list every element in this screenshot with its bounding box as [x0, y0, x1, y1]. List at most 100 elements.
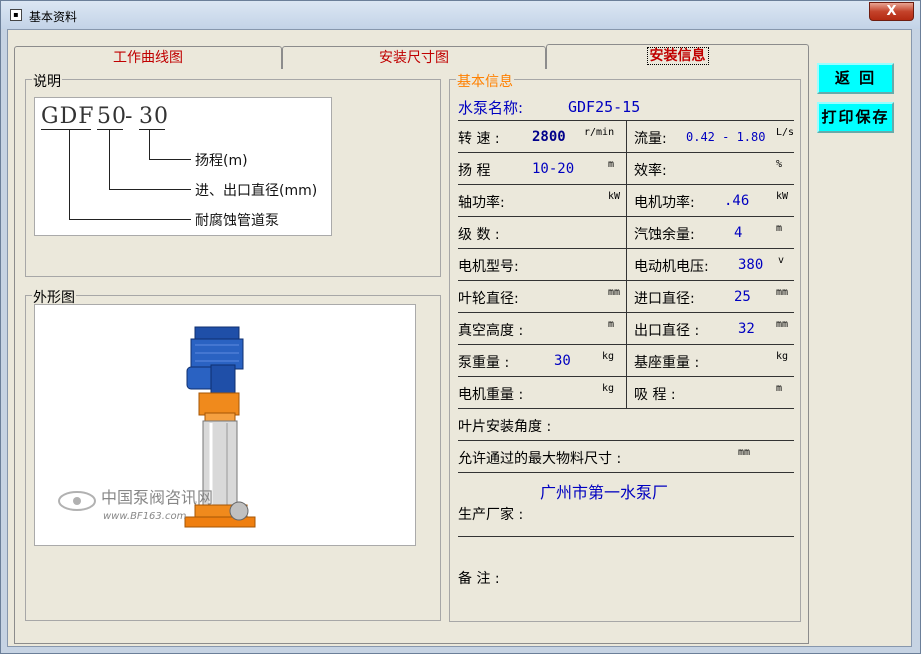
speed-label: 转 速 :	[458, 131, 500, 147]
client-area: 工作曲线图 安装尺寸图 安装信息 说明 GDF 50 - 30 扬程(m) 进、…	[7, 29, 912, 647]
motor-weight-unit: kg	[602, 383, 615, 394]
leader-dia-h	[109, 189, 191, 190]
speed-unit: r/min	[584, 127, 615, 138]
leader-head-v	[149, 130, 150, 160]
watermark-logo-icon	[58, 491, 96, 511]
head-value: 10-20	[532, 161, 575, 177]
motor-power-label: 电机功率:	[634, 195, 695, 211]
head-label: 扬 程	[458, 163, 491, 179]
underline-head	[139, 129, 165, 130]
row-divider	[458, 248, 794, 249]
watermark-url: www.BF163.com	[103, 511, 187, 522]
window-title: 基本资料	[29, 10, 78, 24]
model-code-diagram: GDF 50 - 30 扬程(m) 进、出口直径(mm) 耐腐蚀管道泵	[35, 98, 331, 235]
pump-image: 中国泵阀咨讯网 www.BF163.com	[58, 326, 256, 528]
suction-head-unit: m	[776, 383, 783, 394]
watermark-text: 中国泵阀咨讯网	[101, 488, 213, 507]
grid-vertical-divider	[626, 120, 627, 408]
motor-voltage-value: 380	[738, 257, 764, 273]
print-save-button[interactable]: 打印保存	[817, 102, 894, 133]
underline-diameter	[97, 129, 123, 130]
label-diameter: 进、出口直径(mm)	[195, 183, 318, 199]
row-divider	[458, 376, 794, 377]
impeller-dia-label: 叶轮直径:	[458, 291, 519, 307]
explanation-group: 说明 GDF 50 - 30 扬程(m) 进、出口直径(mm) 耐腐蚀管道泵	[25, 71, 441, 277]
code-diameter: 50	[97, 104, 127, 129]
motor-weight-label: 电机重量 :	[458, 387, 524, 403]
inlet-dia-label: 进口直径:	[634, 291, 695, 307]
row-divider	[458, 344, 794, 345]
underline-gdf	[41, 129, 91, 130]
pump-photo-box: 中国泵阀咨讯网 www.BF163.com	[34, 304, 416, 546]
inlet-dia-unit: mm	[776, 287, 789, 298]
explanation-diagram: GDF 50 - 30 扬程(m) 进、出口直径(mm) 耐腐蚀管道泵	[34, 97, 332, 236]
row-divider	[458, 152, 794, 153]
blade-angle-label: 叶片安装角度 :	[458, 419, 552, 435]
flow-value: 0.42 - 1.80	[686, 130, 766, 144]
base-weight-label: 基座重量 :	[634, 355, 700, 371]
max-particle-label: 允许通过的最大物料尺寸 :	[458, 451, 622, 467]
vacuum-height-unit: m	[608, 319, 615, 330]
code-head: 30	[139, 104, 169, 129]
row-divider	[458, 440, 794, 441]
pump-name-label: 水泵名称:	[458, 99, 524, 117]
pump-weight-unit: kg	[602, 351, 615, 362]
pump-weight-label: 泵重量 :	[458, 355, 510, 371]
motor-voltage-label: 电动机电压:	[634, 259, 709, 275]
motor-voltage-unit: v	[778, 255, 785, 266]
npsh-unit: m	[776, 223, 783, 234]
tab-install-info[interactable]: 安装信息	[546, 44, 809, 70]
back-button[interactable]: 返 回	[817, 63, 894, 94]
shaft-power-unit: kW	[608, 191, 621, 202]
npsh-value: 4	[734, 225, 743, 241]
appearance-group: 外形图 中国泵阀咨讯网 www.BF163.com	[25, 287, 441, 621]
app-icon: ▪	[10, 9, 22, 21]
leader-gdf-h	[69, 219, 191, 220]
speed-value: 2800	[532, 129, 566, 145]
row-divider	[458, 184, 794, 185]
basic-info-legend: 基本信息	[456, 71, 514, 91]
pump-name-value: GDF25-15	[568, 98, 641, 116]
row-divider	[458, 472, 794, 473]
leader-dia-v	[109, 130, 110, 190]
close-button[interactable]: X	[869, 2, 914, 21]
basic-info-group: 基本信息 水泵名称: GDF25-15 转 速 : 2800 r/min 流量:…	[449, 71, 801, 622]
stages-label: 级 数 :	[458, 227, 500, 243]
motor-power-unit: kW	[776, 191, 789, 202]
head-unit: m	[608, 159, 615, 170]
title-bar[interactable]: ▪ 基本资料 X	[1, 1, 920, 29]
code-dash: -	[125, 104, 134, 129]
efficiency-unit: %	[776, 159, 783, 170]
tab-label: 安装信息	[646, 47, 709, 65]
row-divider	[458, 280, 794, 281]
motor-power-value: .46	[724, 193, 750, 209]
remarks-label: 备 注 :	[458, 571, 500, 587]
suction-head-label: 吸 程 :	[634, 387, 676, 403]
flow-label: 流量:	[634, 131, 667, 147]
code-gdf: GDF	[41, 104, 95, 129]
outlet-dia-label: 出口直径 :	[634, 323, 700, 339]
leader-gdf-v	[69, 130, 70, 220]
tab-panel: 说明 GDF 50 - 30 扬程(m) 进、出口直径(mm) 耐腐蚀管道泵 外…	[14, 69, 809, 644]
leader-head-h	[149, 159, 191, 160]
flow-unit: L/s	[776, 127, 795, 138]
tab-install-dimensions[interactable]: 安装尺寸图	[282, 46, 546, 69]
label-head: 扬程(m)	[195, 153, 248, 169]
tab-work-curve[interactable]: 工作曲线图	[14, 46, 282, 69]
tab-label: 安装尺寸图	[379, 50, 449, 66]
row-divider	[458, 408, 794, 409]
manufacturer-value: 广州市第一水泵厂	[540, 483, 669, 502]
base-weight-unit: kg	[776, 351, 789, 362]
inlet-dia-value: 25	[734, 289, 751, 305]
row-divider	[458, 312, 794, 313]
manufacturer-label: 生产厂家 :	[458, 507, 524, 523]
impeller-dia-unit: mm	[608, 287, 621, 298]
row-divider	[458, 216, 794, 217]
efficiency-label: 效率:	[634, 163, 667, 179]
explanation-legend: 说明	[32, 71, 62, 91]
motor-model-label: 电机型号:	[458, 259, 519, 275]
outlet-dia-unit: mm	[776, 319, 789, 330]
label-pump-type: 耐腐蚀管道泵	[195, 213, 279, 229]
outlet-dia-value: 32	[738, 321, 755, 337]
shaft-power-label: 轴功率:	[458, 195, 505, 211]
